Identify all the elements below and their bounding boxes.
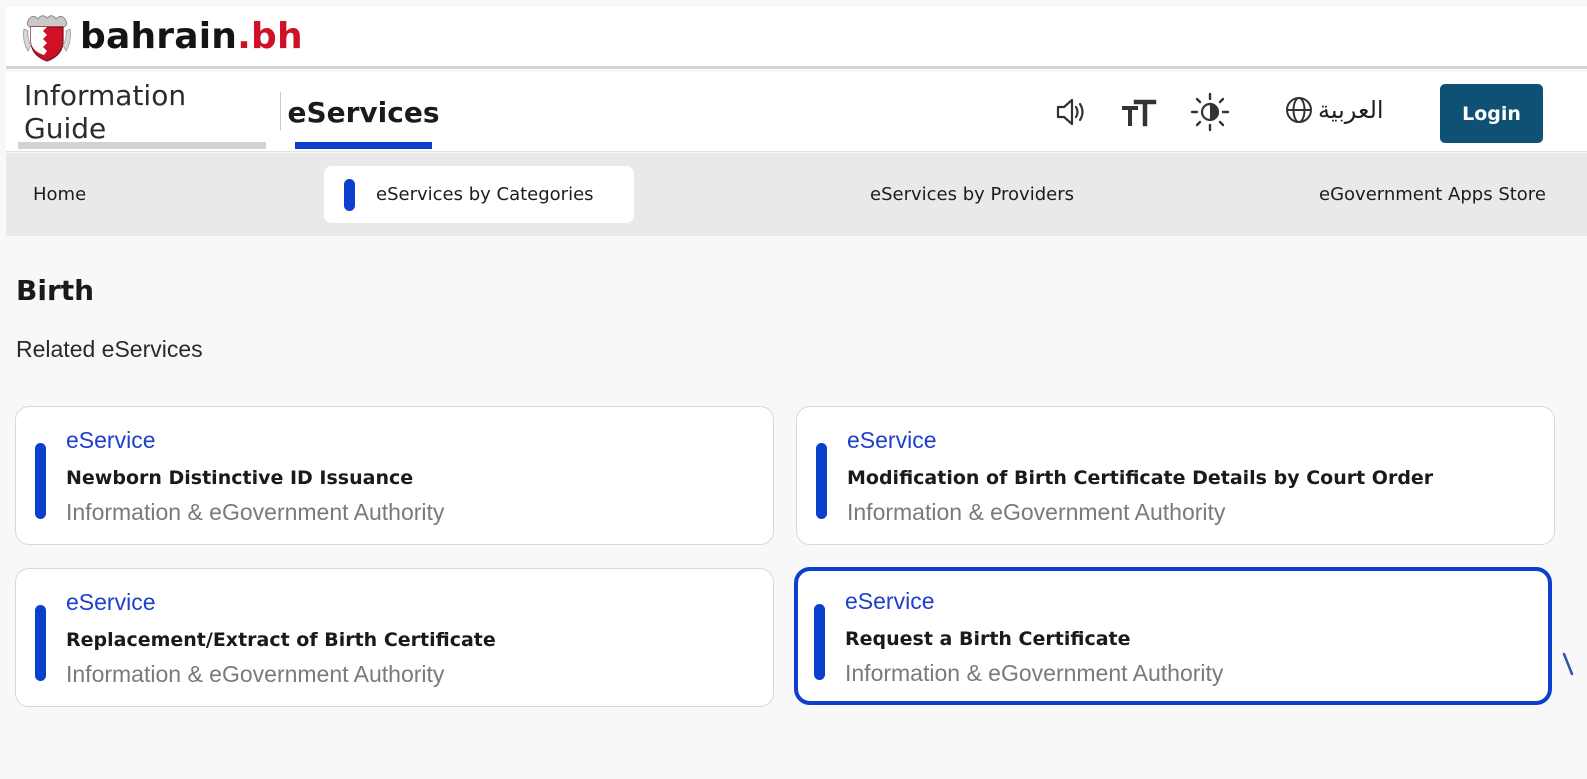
active-indicator xyxy=(344,179,355,211)
subnav-item-egovernment-apps-store[interactable]: eGovernment Apps Store xyxy=(1319,166,1546,223)
tab-eservices-underline xyxy=(295,142,432,149)
tab-information-guide-label: Information Guide xyxy=(24,79,187,145)
card-kind: eService xyxy=(847,427,937,453)
tab-eservices-label: eServices xyxy=(287,95,440,129)
tab-information-guide-underline xyxy=(18,142,266,149)
tab-information-guide[interactable]: Information Guide xyxy=(18,72,266,152)
section-subtitle: Related eServices xyxy=(16,336,203,362)
card-title: Newborn Distinctive ID Issuance xyxy=(66,467,414,489)
card-accent xyxy=(816,443,827,519)
brand-name: bahrain xyxy=(80,16,238,57)
service-card-newborn-id[interactable]: eService Newborn Distinctive ID Issuance… xyxy=(15,406,774,545)
brand-wordmark: bahrain.bh xyxy=(80,16,303,57)
login-button[interactable]: Login xyxy=(1440,84,1543,143)
chevron-down-icon xyxy=(1562,652,1574,676)
bahrain-emblem-icon xyxy=(23,14,71,62)
subnav-item-eservices-by-providers[interactable]: eServices by Providers xyxy=(870,166,1074,223)
card-title: Replacement/Extract of Birth Certificate xyxy=(66,629,496,651)
service-card-request-birth-certificate[interactable]: eService Request a Birth Certificate Inf… xyxy=(794,567,1552,705)
card-provider: Information & eGovernment Authority xyxy=(66,499,445,525)
tab-separator xyxy=(280,92,281,130)
language-switch[interactable]: العربية xyxy=(1284,88,1384,132)
service-card-replacement-extract[interactable]: eService Replacement/Extract of Birth Ce… xyxy=(15,568,774,707)
subnav-item-label: eServices by Categories xyxy=(376,184,594,205)
card-kind: eService xyxy=(66,589,156,615)
card-provider: Information & eGovernment Authority xyxy=(847,499,1226,525)
card-kind: eService xyxy=(66,427,156,453)
service-card-modification-court-order[interactable]: eService Modification of Birth Certifica… xyxy=(796,406,1555,545)
subnav-item-eservices-by-categories[interactable]: eServices by Categories xyxy=(324,166,634,223)
brand-tld: .bh xyxy=(237,16,303,57)
card-title: Request a Birth Certificate xyxy=(845,628,1131,650)
tab-eservices[interactable]: eServices xyxy=(287,72,440,152)
sub-navigation: Home eServices by Categories eServices b… xyxy=(6,153,1587,236)
brightness-icon[interactable] xyxy=(1190,92,1230,132)
speaker-icon[interactable] xyxy=(1051,92,1091,132)
text-size-icon[interactable] xyxy=(1119,92,1159,132)
card-kind: eService xyxy=(845,588,935,614)
globe-icon xyxy=(1286,97,1312,123)
subnav-item-home[interactable]: Home xyxy=(33,166,86,223)
card-provider: Information & eGovernment Authority xyxy=(845,660,1224,686)
card-accent xyxy=(35,605,46,681)
card-accent xyxy=(35,443,46,519)
card-provider: Information & eGovernment Authority xyxy=(66,661,445,687)
brand-home-link[interactable]: bahrain.bh xyxy=(22,11,303,63)
card-title: Modification of Birth Certificate Detail… xyxy=(847,467,1434,489)
card-accent xyxy=(814,604,825,680)
top-brand-bar: bahrain.bh xyxy=(6,7,1587,69)
language-label: العربية xyxy=(1318,96,1384,124)
main-navigation: Information Guide eServices العربية Logi… xyxy=(6,72,1587,152)
page-title: Birth xyxy=(16,274,95,307)
